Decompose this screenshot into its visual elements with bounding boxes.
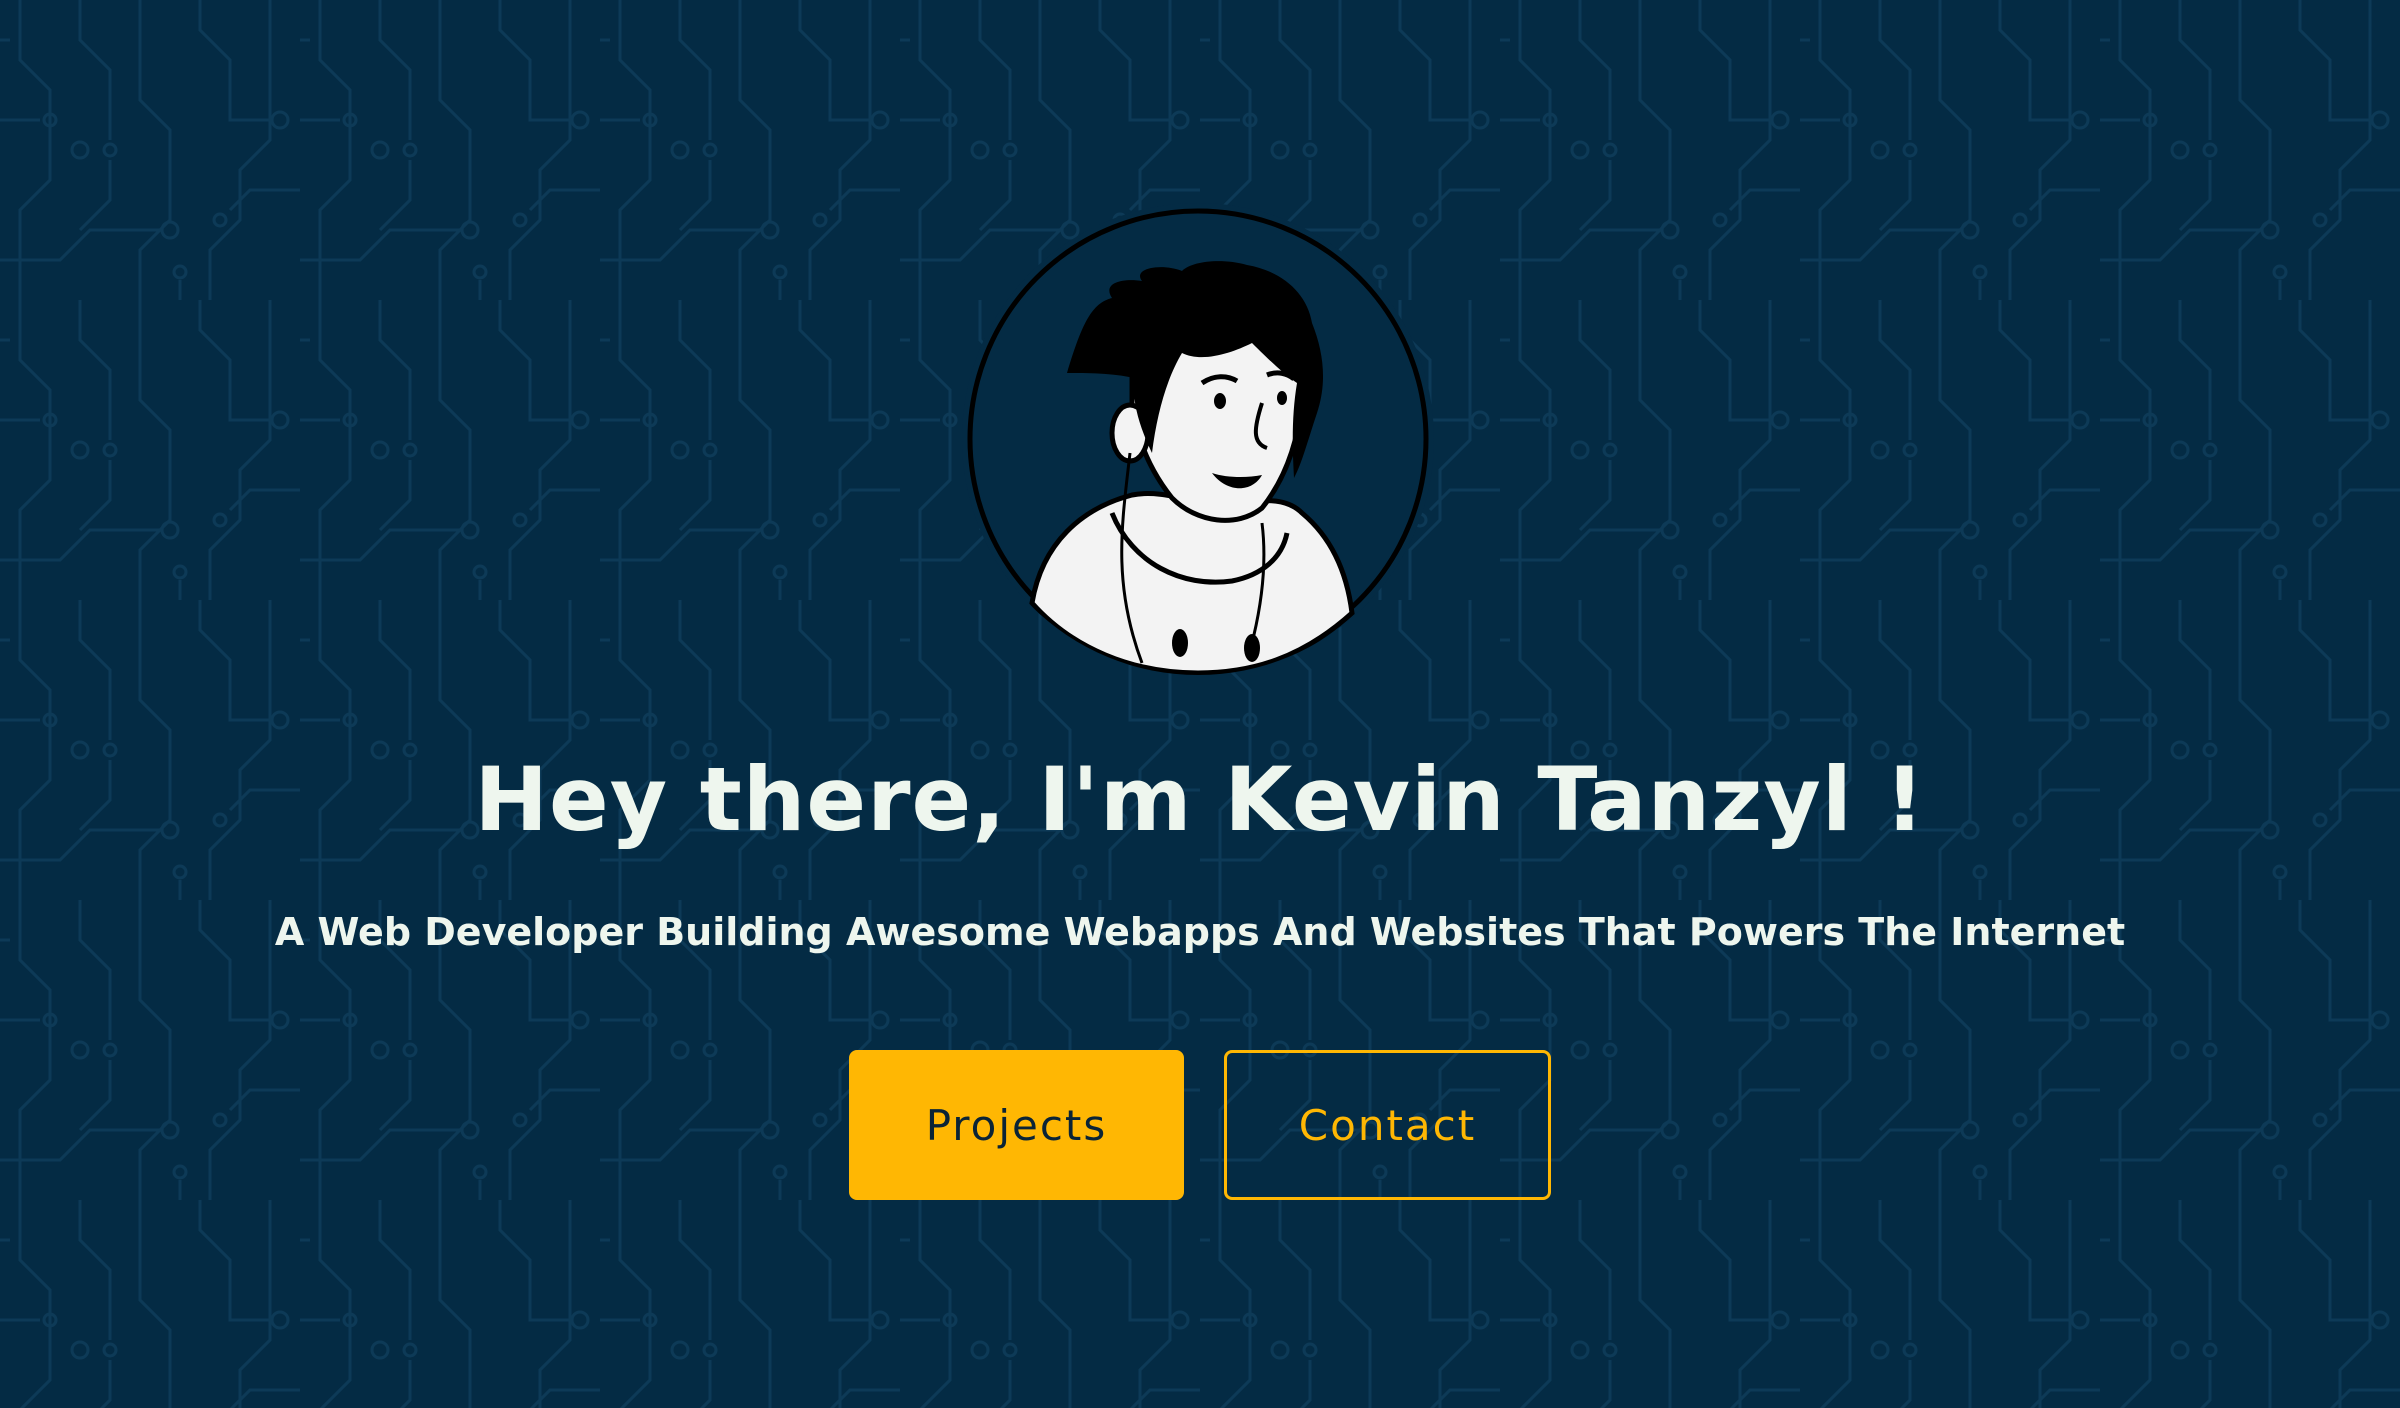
contact-button[interactable]: Contact	[1224, 1050, 1551, 1200]
hero-title: Hey there, I'm Kevin Tanzyl !	[474, 748, 1926, 851]
developer-avatar-icon	[962, 203, 1434, 675]
hero-section: Hey there, I'm Kevin Tanzyl ! A Web Deve…	[0, 0, 2400, 1408]
hero-subtitle: A Web Developer Building Awesome Webapps…	[274, 910, 2126, 954]
projects-button[interactable]: Projects	[849, 1050, 1184, 1200]
